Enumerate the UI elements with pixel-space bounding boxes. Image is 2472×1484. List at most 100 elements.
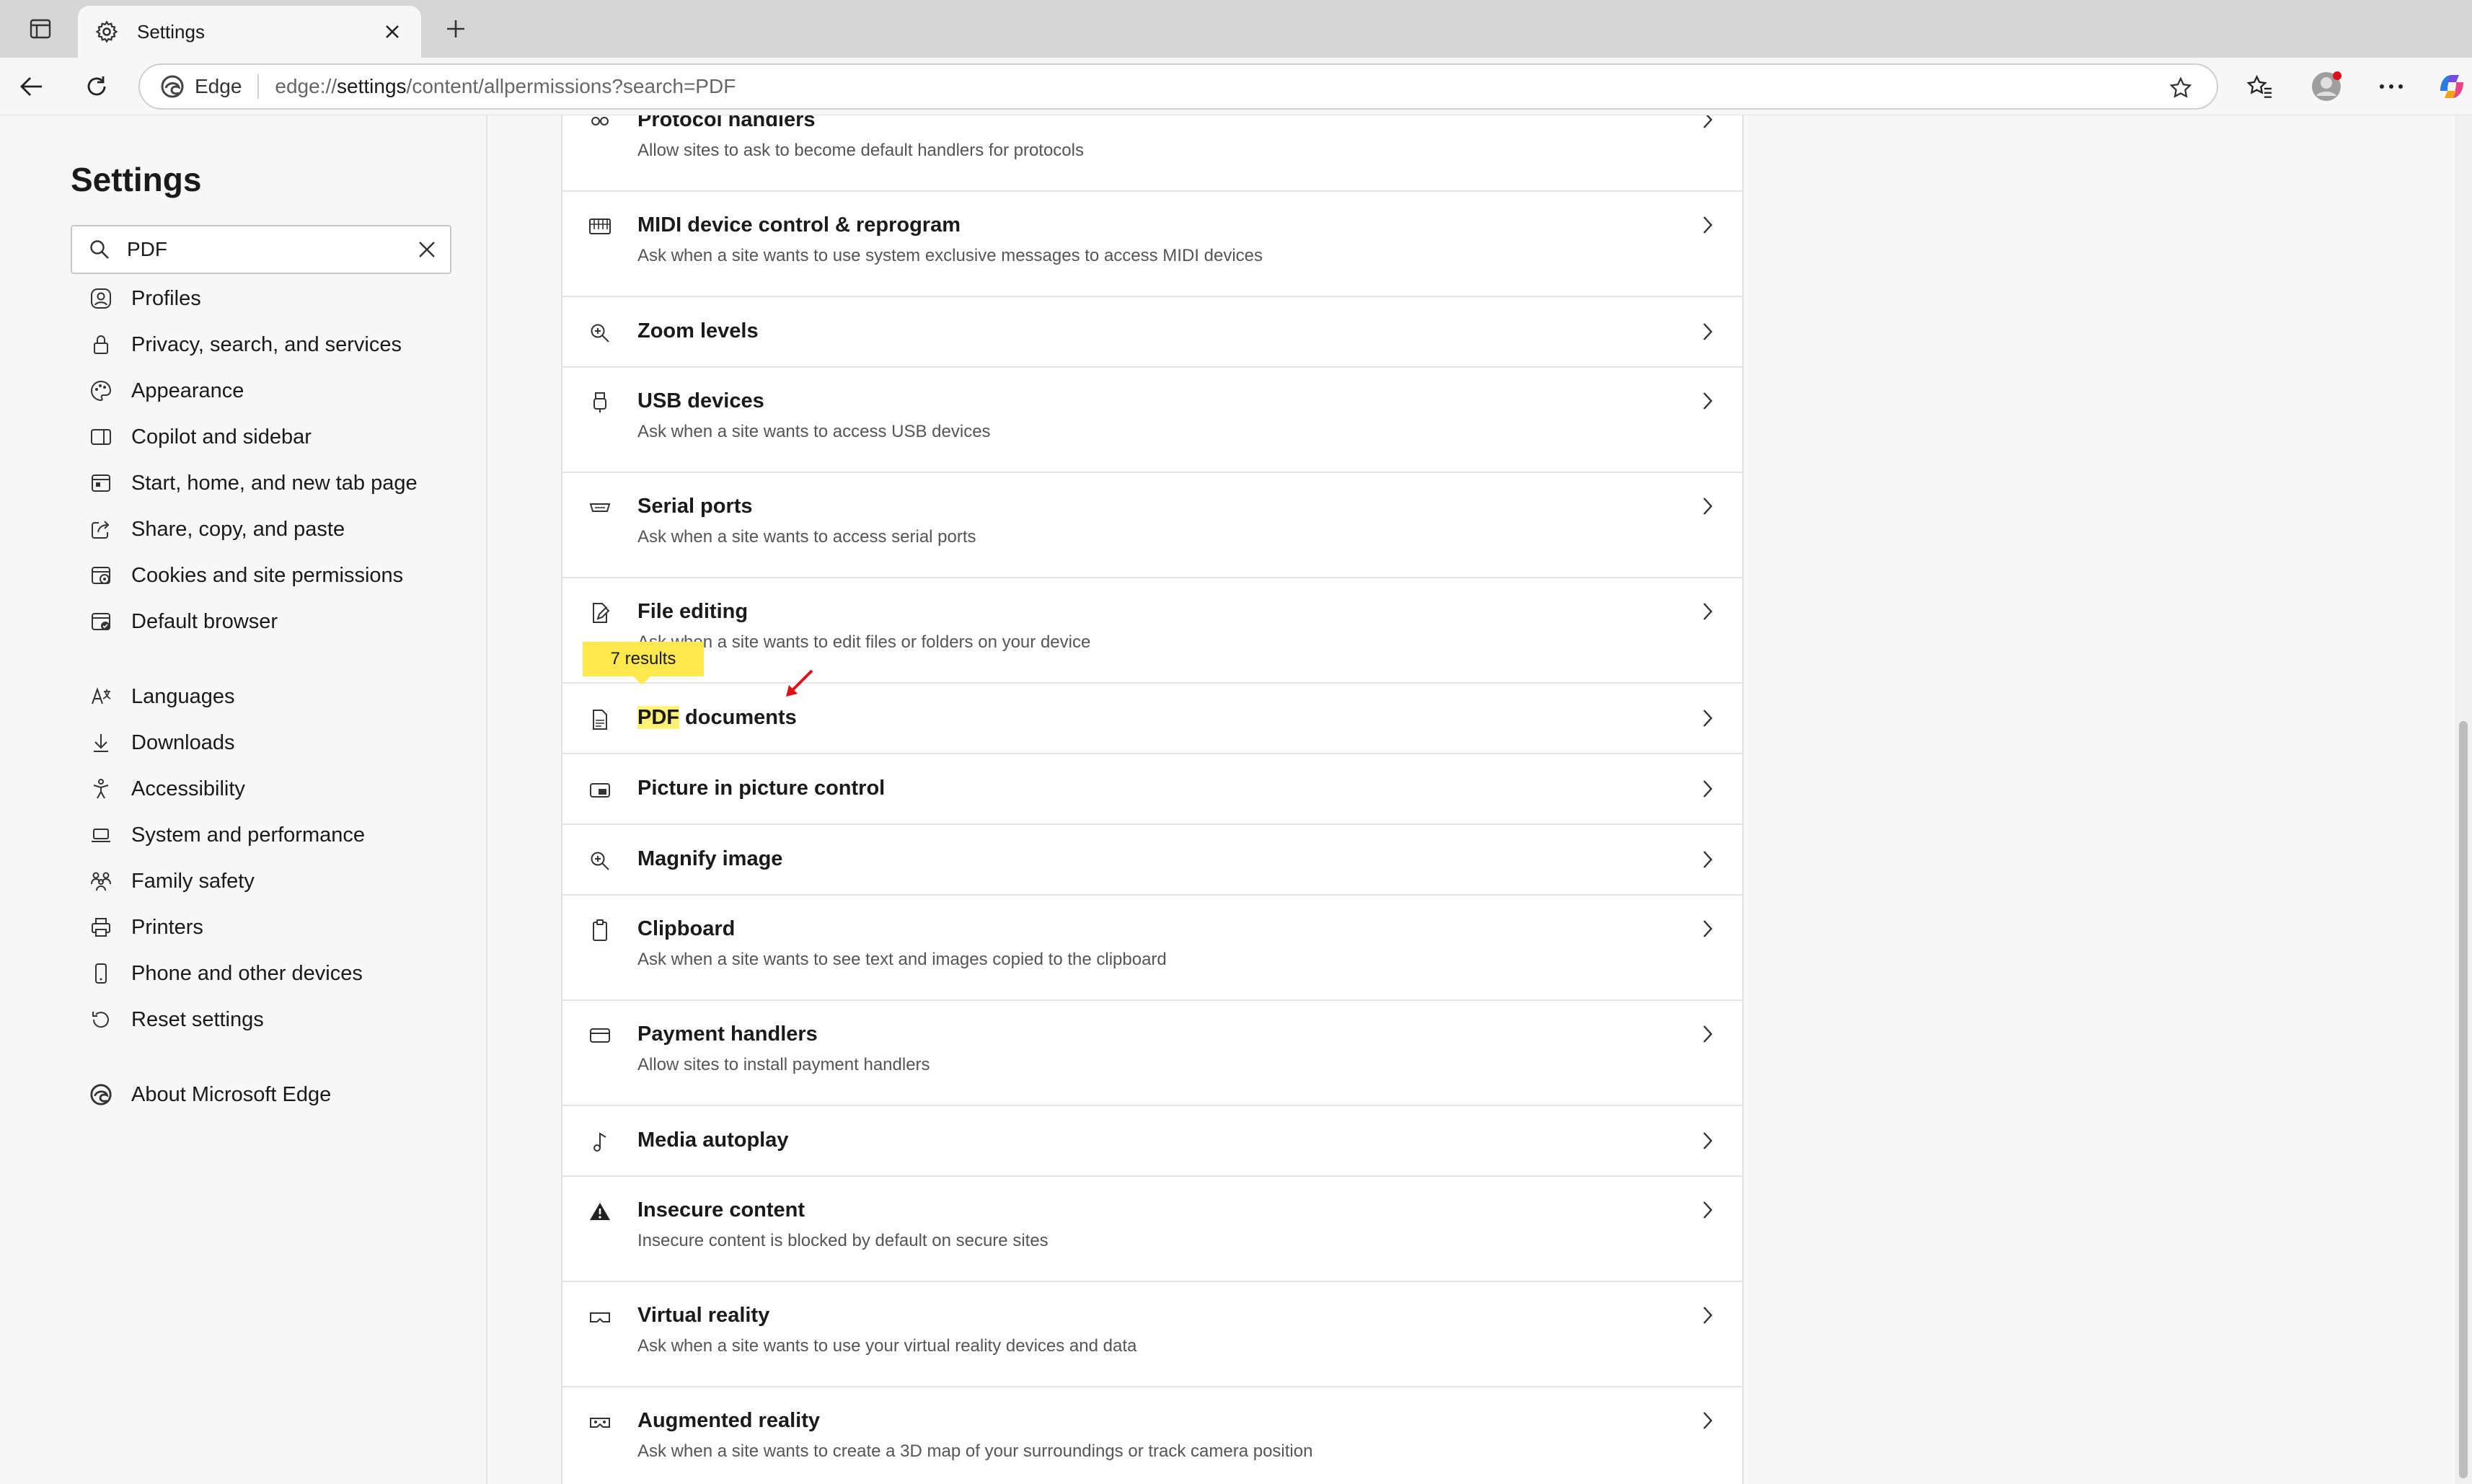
share-icon — [87, 515, 115, 544]
chevron-right-icon — [1695, 1197, 1721, 1223]
main-scrollbar[interactable] — [2455, 115, 2472, 1484]
sidebar-item-languages[interactable]: Languages — [87, 673, 476, 720]
url-scheme: edge:// — [275, 75, 337, 97]
sidebar-item-system[interactable]: System and performance — [87, 812, 476, 858]
permission-title: USB devices — [637, 389, 764, 412]
new-tab-button[interactable] — [438, 12, 473, 46]
pdf-document-icon — [586, 705, 614, 734]
sidebar-item-start-home[interactable]: Start, home, and new tab page — [87, 460, 476, 506]
permission-row-serial-ports[interactable]: Serial ports Ask when a site wants to acc… — [562, 473, 1742, 578]
sidebar-item-label: Share, copy, and paste — [131, 517, 345, 541]
chevron-right-icon — [1695, 319, 1721, 345]
back-button[interactable] — [13, 68, 50, 105]
permission-row-media-autoplay[interactable]: Media autoplay — [562, 1106, 1742, 1177]
usb-icon — [586, 388, 614, 417]
avatar-icon — [2312, 71, 2341, 101]
sidebar-item-cookies[interactable]: Cookies and site permissions — [87, 552, 476, 599]
edge-logo-icon — [161, 75, 184, 98]
sidebar-item-printers[interactable]: Printers — [87, 904, 476, 950]
tab-strip: Settings — [0, 0, 2472, 58]
permission-row-midi[interactable]: MIDI device control & reprogram Ask when … — [562, 192, 1742, 297]
sidebar-item-label: Accessibility — [131, 777, 245, 800]
site-identity[interactable]: Edge — [160, 74, 242, 99]
sidebar-item-label: Reset settings — [131, 1007, 264, 1031]
sidebar-item-label: About Microsoft Edge — [131, 1082, 332, 1106]
permission-title: Media autoplay — [637, 1129, 789, 1152]
tab-actions-button[interactable] — [20, 13, 61, 45]
clipboard-icon — [586, 916, 614, 945]
ar-headset-icon — [586, 1408, 614, 1436]
add-favorite-button[interactable] — [2166, 74, 2195, 102]
sidebar-item-profiles[interactable]: Profiles — [87, 275, 476, 322]
download-icon — [87, 728, 115, 757]
sidebar-item-phone[interactable]: Phone and other devices — [87, 950, 476, 997]
sidebar-item-label: Start, home, and new tab page — [131, 471, 418, 495]
sidebar-item-downloads[interactable]: Downloads — [87, 720, 476, 766]
sidebar-item-label: Privacy, search, and services — [131, 332, 402, 356]
close-icon — [419, 242, 435, 257]
permission-description: Insecure content is blocked by default o… — [637, 1231, 1049, 1250]
sidebar-item-about[interactable]: About Microsoft Edge — [87, 1072, 476, 1118]
sidebar-item-copilot[interactable]: Copilot and sidebar — [87, 414, 476, 460]
sidebar-item-appearance[interactable]: Appearance — [87, 368, 476, 414]
permission-row-zoom-levels[interactable]: Zoom levels — [562, 297, 1742, 368]
settings-and-more-button[interactable] — [2372, 68, 2410, 105]
permission-description: Ask when a site wants to access serial p… — [637, 527, 976, 547]
clear-search-button[interactable] — [404, 240, 450, 259]
chevron-right-icon — [1695, 212, 1721, 238]
tab-settings[interactable]: Settings — [78, 6, 421, 58]
star-icon — [2169, 76, 2192, 98]
sidebar-item-label: Family safety — [131, 869, 255, 893]
permission-title: Virtual reality — [637, 1304, 770, 1327]
profile-button[interactable] — [2308, 68, 2345, 105]
permission-title: Picture in picture control — [637, 777, 886, 800]
annotation-arrow-icon — [786, 669, 813, 697]
profile-icon — [87, 284, 115, 313]
permission-row-usb[interactable]: USB devices Ask when a site wants to acce… — [562, 368, 1742, 473]
settings-sidebar: Settings PDF Profiles Privacy, search, a… — [0, 115, 487, 1484]
permission-title: MIDI device control & reprogram — [637, 213, 961, 237]
permission-description: Ask when a site wants to edit files or f… — [637, 632, 1091, 652]
sidebar-item-accessibility[interactable]: Accessibility — [87, 766, 476, 812]
address-bar[interactable]: Edge edge://settings/content/allpermissi… — [138, 63, 2218, 110]
permission-row-magnify-image[interactable]: Magnify image — [562, 825, 1742, 896]
sidebar-item-family-safety[interactable]: Family safety — [87, 858, 476, 904]
permission-row-protocol-handlers[interactable]: Protocol handlers Allow sites to ask to b… — [562, 115, 1742, 192]
permission-row-pdf-documents[interactable]: PDF documents — [562, 684, 1742, 754]
search-settings-input[interactable]: PDF — [71, 225, 451, 274]
permission-title: Insecure content — [637, 1198, 805, 1222]
permission-title: Augmented reality — [637, 1409, 820, 1432]
permission-description: Ask when a site wants to use your virtua… — [637, 1336, 1137, 1356]
favorites-button[interactable] — [2241, 68, 2279, 105]
permission-row-virtual-reality[interactable]: Virtual reality Ask when a site wants to … — [562, 1282, 1742, 1387]
permission-row-clipboard[interactable]: Clipboard Ask when a site wants to see te… — [562, 896, 1742, 1001]
chevron-right-icon — [1695, 1128, 1721, 1154]
sidebar-item-share[interactable]: Share, copy, and paste — [87, 506, 476, 552]
permission-row-picture-in-picture[interactable]: Picture in picture control — [562, 754, 1742, 825]
address-separator — [257, 74, 260, 99]
warning-icon — [586, 1197, 614, 1226]
chevron-right-icon — [1695, 1021, 1721, 1047]
sidebar-item-reset[interactable]: Reset settings — [87, 997, 476, 1043]
permission-description: Ask when a site wants to access USB devi… — [637, 422, 991, 441]
permission-row-augmented-reality[interactable]: Augmented reality Ask when a site wants t… — [562, 1387, 1742, 1484]
permission-row-insecure-content[interactable]: Insecure content Insecure content is bloc… — [562, 1177, 1742, 1282]
refresh-button[interactable] — [78, 68, 115, 105]
magnify-icon — [586, 847, 614, 875]
search-value[interactable]: PDF — [127, 238, 404, 261]
url-path: /content/allpermissions?search=PDF — [406, 75, 736, 97]
copilot-button[interactable] — [2433, 68, 2471, 105]
chevron-right-icon — [1695, 115, 1721, 133]
tab-actions-icon — [30, 19, 51, 39]
sidebar-item-default-browser[interactable]: Default browser — [87, 599, 476, 645]
sidebar-item-privacy[interactable]: Privacy, search, and services — [87, 322, 476, 368]
scrollbar-thumb[interactable] — [2459, 721, 2468, 1478]
permission-row-payment-handlers[interactable]: Payment handlers Allow sites to install p… — [562, 1001, 1742, 1106]
close-tab-icon[interactable] — [378, 17, 407, 46]
permission-row-file-editing[interactable]: File editing Ask when a site wants to edi… — [562, 578, 1742, 684]
search-results-badge: 7 results — [583, 642, 704, 685]
copilot-icon — [2440, 75, 2463, 98]
chevron-right-icon — [1695, 776, 1721, 802]
